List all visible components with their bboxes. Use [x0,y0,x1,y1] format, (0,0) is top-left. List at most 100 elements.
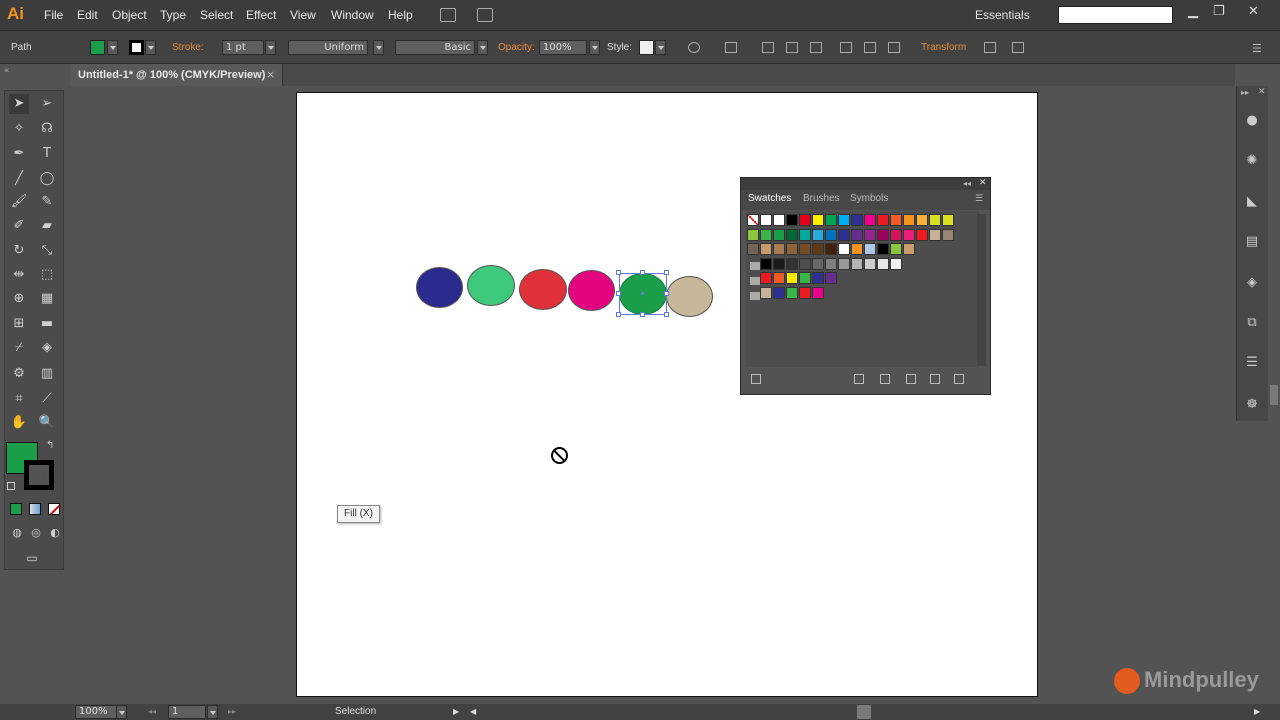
align-left-icon[interactable] [762,42,774,53]
default-colors-icon[interactable] [7,482,15,490]
swatch[interactable] [799,243,811,255]
gradient-tool-icon[interactable]: ▬ [37,314,57,334]
selection-handle[interactable] [664,312,669,317]
none-mode-icon[interactable] [48,503,60,515]
align-bottom-icon[interactable] [888,42,900,53]
workspace-switcher[interactable]: Essentials [975,8,1030,22]
swatch[interactable] [929,228,941,241]
draw-normal-icon[interactable]: ◍ [7,523,27,543]
swatch[interactable] [747,228,759,241]
style-dropdown[interactable] [655,40,666,55]
close-icon[interactable]: ✕ [1248,4,1259,19]
swatch[interactable] [747,214,759,226]
opacity-label[interactable]: Opacity: [498,42,535,53]
gradient-mode-icon[interactable] [29,503,41,515]
selection-handle[interactable] [616,270,621,275]
swatch[interactable] [929,214,941,226]
symbol-sprayer-tool-icon[interactable]: ⚙ [9,364,29,384]
swatch[interactable] [890,228,902,241]
arrange-documents-icon[interactable] [477,8,493,22]
width-tool-icon[interactable]: ⇹ [9,265,29,285]
swatch[interactable] [825,214,837,226]
draw-behind-icon[interactable]: ◎ [26,523,46,543]
stroke-profile-field[interactable]: Uniform [288,40,368,55]
scale-tool-icon[interactable]: ⤡ [37,241,57,261]
menu-file[interactable]: File [44,8,63,22]
stroke-dropdown[interactable] [145,40,156,55]
zoom-dropdown[interactable] [116,705,127,719]
swatch[interactable] [877,214,889,226]
panel-header[interactable] [741,178,990,190]
align-middle-icon[interactable] [864,42,876,53]
swatch[interactable] [786,243,798,255]
opacity-field[interactable]: 100% [539,40,587,55]
opacity-dropdown[interactable] [589,40,600,55]
panel-scrollbar[interactable] [977,214,986,366]
panel-menu-icon[interactable]: ☰ [975,194,983,204]
stroke-color-control[interactable] [129,40,144,55]
fill-dropdown[interactable] [107,40,118,55]
gradient-icon[interactable]: ▤ [1244,235,1260,249]
color-icon[interactable]: ✺ [1244,154,1260,168]
swatch[interactable] [773,214,785,226]
swatch[interactable] [851,243,863,255]
close-icon[interactable]: × [266,68,275,81]
swatch[interactable] [825,228,837,241]
paintbrush-tool-icon[interactable]: 🖌 [9,192,29,212]
close-dock-icon[interactable]: ✕ [1258,87,1266,97]
appearance-icon[interactable]: ☸ [1244,398,1260,412]
menu-effect[interactable]: Effect [246,8,276,22]
swatch[interactable] [942,214,954,226]
swatch[interactable] [760,228,772,241]
next-artboard-icon[interactable]: ▸▸ [228,707,236,716]
swatch[interactable] [747,243,759,255]
color-group-folder-icon[interactable] [750,277,760,285]
artboard-tool-icon[interactable]: ⌗ [9,389,29,409]
selection-handle[interactable] [640,312,645,317]
swatch[interactable] [916,228,928,241]
tab-swatches[interactable]: Swatches [748,193,791,204]
close-panel-icon[interactable]: ✕ [979,178,987,188]
swatch[interactable] [773,243,785,255]
pencil-tool-icon[interactable]: ✎ [37,192,57,212]
ellipse-mint[interactable] [467,265,515,306]
stroke-weight-field[interactable]: 1 pt [222,40,264,55]
swatch[interactable] [812,272,824,284]
swatch[interactable] [799,257,811,270]
swatch[interactable] [851,257,863,270]
swatch[interactable] [838,243,850,255]
graph-tool-icon[interactable]: ▥ [37,364,57,384]
first-artboard-icon[interactable]: ◂◂ [148,707,156,716]
swatch[interactable] [890,243,902,255]
recolor-icon[interactable] [688,42,700,53]
menu-window[interactable]: Window [331,8,374,22]
tab-brushes[interactable]: Brushes [803,193,840,204]
layers-icon[interactable]: ◈ [1244,276,1260,290]
type-tool-icon[interactable]: T [37,144,57,164]
swatch[interactable] [825,257,837,270]
ellipse-tool-icon[interactable]: ◯ [37,169,57,189]
selection-tool-icon[interactable]: ➤ [9,94,29,114]
color-mode-icon[interactable] [10,503,22,515]
swatch[interactable] [903,243,915,255]
swatch[interactable] [890,214,902,226]
swatch[interactable] [864,228,876,241]
swatch[interactable] [877,257,889,270]
swatch[interactable] [812,243,824,255]
show-swatch-kinds-icon[interactable] [854,374,864,384]
transform-link[interactable]: Transform [921,42,966,53]
swatch[interactable] [903,214,915,226]
blend-tool-icon[interactable]: ◈ [37,338,57,358]
style-swatch[interactable] [639,40,654,55]
ellipse-navy[interactable] [416,267,463,308]
draw-inside-icon[interactable]: ◐ [45,523,65,543]
swatch[interactable] [786,214,798,226]
swatch[interactable] [812,286,824,299]
selection-handle[interactable] [640,270,645,275]
scroll-right-icon[interactable]: ▶ [1254,707,1260,716]
artboard-dropdown[interactable] [207,705,218,719]
swatch[interactable] [773,228,785,241]
direct-selection-tool-icon[interactable]: ➢ [37,94,57,114]
swatch[interactable] [786,286,798,299]
swatch[interactable] [864,257,876,270]
